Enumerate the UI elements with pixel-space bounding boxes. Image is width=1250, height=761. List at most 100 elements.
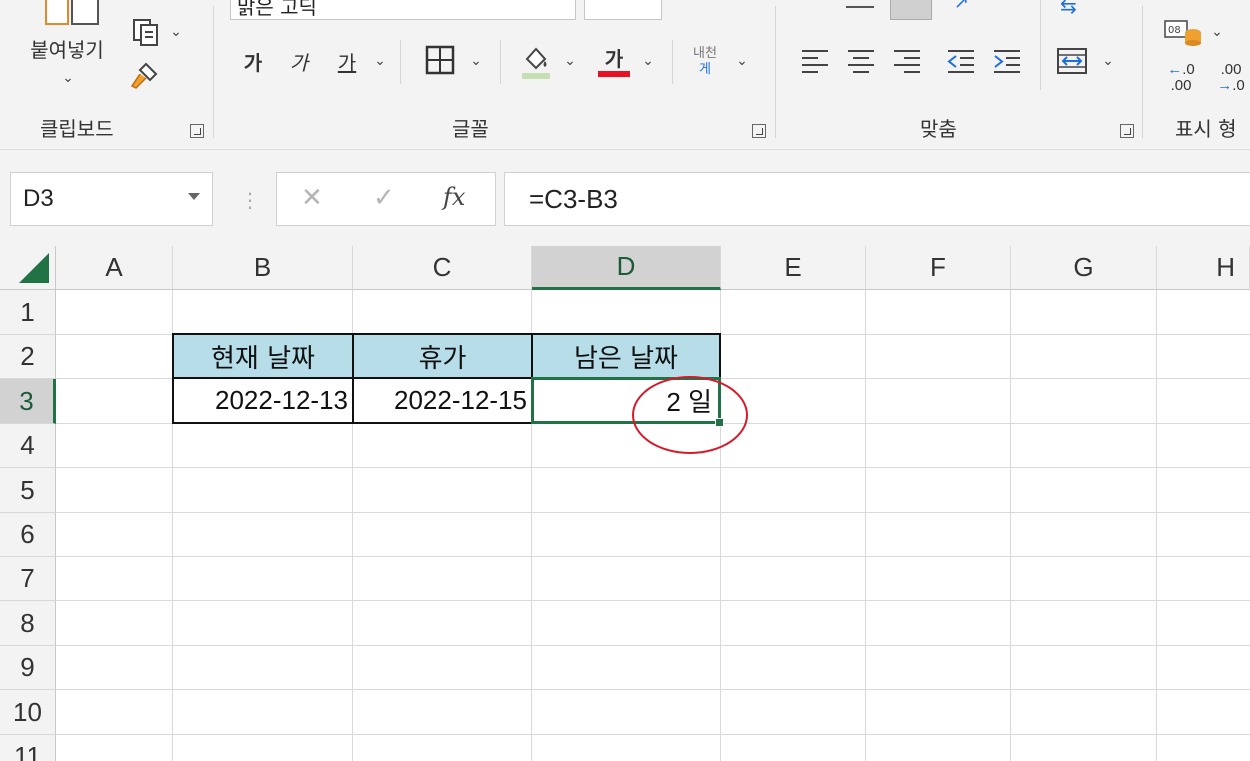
gridline [1010,290,1011,761]
cell-c3[interactable]: 2022-12-15 [352,377,533,424]
number-group: 08 ⌄ ←.0 .00 .00 →.0 표시 형 [1143,0,1250,149]
align-center-icon[interactable] [844,44,878,78]
row-header-1[interactable]: 1 [0,290,56,335]
merge-center-icon[interactable] [1054,44,1090,78]
column-header-f[interactable]: F [866,246,1011,290]
bold-button[interactable]: 가 [238,46,268,76]
paste-icon[interactable] [42,0,102,30]
column-header-b[interactable]: B [173,246,353,290]
phonetic-guide-button[interactable]: 내천 게 [686,42,724,82]
fill-handle[interactable] [715,418,724,427]
row-header-label: 5 [20,474,35,505]
italic-button[interactable]: 가 [284,46,314,76]
merge-dropdown-chevron-icon[interactable]: ⌄ [1098,46,1118,76]
name-box-dropdown-icon[interactable] [188,193,200,200]
row-header-label: 4 [20,430,35,460]
row-header-9[interactable]: 9 [0,646,56,690]
row-header-10[interactable]: 10 [0,690,56,735]
select-all-triangle-icon [19,253,49,283]
enter-icon[interactable]: ✓ [373,183,395,213]
clipboard-dialog-launcher-icon[interactable] [190,124,204,138]
gridline [56,689,1250,690]
copy-dropdown-chevron-icon[interactable]: ⌄ [166,18,186,46]
formula-bar-grip-icon[interactable]: ⋮ [240,188,260,212]
increase-indent-icon[interactable] [990,44,1024,78]
formula-text: =C3-B3 [529,183,618,214]
row-header-5[interactable]: 5 [0,468,56,513]
underline-button[interactable]: 가 [332,46,362,76]
insert-function-icon[interactable]: fx [443,183,465,211]
underline-glyph: 가 [337,50,357,75]
bold-glyph: 가 [243,50,263,75]
font-size-dropdown[interactable] [584,0,662,20]
cell-d2[interactable]: 남은 날짜 [531,333,721,379]
increase-decimal-icon[interactable]: ←.0 .00 [1161,58,1201,98]
decrease-decimal-icon[interactable]: .00 →.0 [1209,58,1250,98]
phonetic-bottom-text: 게 [699,62,711,77]
row-header-8[interactable]: 8 [0,601,56,646]
divider [400,40,401,84]
name-box[interactable]: D3 [10,172,213,226]
column-header-d[interactable]: D [532,246,721,290]
column-header-c[interactable]: C [353,246,532,290]
cell-c2[interactable]: 휴가 [352,333,533,379]
column-header-a[interactable]: A [56,246,173,290]
row-header-4[interactable]: 4 [0,424,56,468]
gridline [1156,290,1157,761]
row-header-11[interactable]: 11 [0,735,56,761]
gridline [56,645,1250,646]
cell-d3-active[interactable]: 2 일 [531,377,721,424]
row-header-7[interactable]: 7 [0,557,56,601]
middle-align-icon[interactable] [890,0,932,20]
column-header-e[interactable]: E [721,246,866,290]
decrease-indent-icon[interactable] [944,44,978,78]
phonetic-dropdown-chevron-icon[interactable]: ⌄ [732,46,752,76]
clipboard-group-label: 클립보드 [40,117,114,141]
row-header-label: 7 [20,563,35,593]
cancel-icon[interactable]: ✕ [301,183,323,213]
gridline [56,600,1250,601]
column-header-h[interactable]: H [1157,246,1250,290]
orientation-icon[interactable]: ↗ [954,0,972,12]
cell-b3[interactable]: 2022-12-13 [172,377,354,424]
ribbon: 붙여넣기 ⌄ ⌄ 클립보드 맑은 고딕 가 가 가 ⌄ ⌄ ⌄ 가 ⌄ 내천 게… [0,0,1250,150]
paste-button[interactable]: 붙여넣기 [16,30,118,66]
font-name-dropdown[interactable]: 맑은 고딕 [230,0,576,20]
font-dialog-launcher-icon[interactable] [752,124,766,138]
worksheet-grid[interactable]: A B C D E F G H 1 2 3 4 5 6 7 8 9 10 11 … [0,246,1250,761]
fill-color-dropdown-chevron-icon[interactable]: ⌄ [560,46,580,76]
row-header-3[interactable]: 3 [0,379,56,424]
decrease-decimal-bottom: →.0 [1217,77,1245,94]
number-format-dropdown-chevron-icon[interactable]: ⌄ [1207,18,1227,46]
column-header-g[interactable]: G [1011,246,1157,290]
clipboard-group: 붙여넣기 ⌄ ⌄ 클립보드 [0,0,213,149]
align-right-icon[interactable] [890,44,924,78]
row-header-2[interactable]: 2 [0,335,56,379]
number-format-icon[interactable]: 08 [1161,16,1205,48]
copy-icon[interactable] [128,14,164,50]
align-left-icon[interactable] [798,44,832,78]
row-header-label: 6 [20,519,35,549]
font-color-button[interactable]: 가 [596,42,632,82]
fill-color-icon[interactable] [518,42,554,82]
formula-bar: D3 ⋮ ✕ ✓ fx =C3-B3 [0,150,1250,246]
top-align-icon[interactable] [846,0,874,8]
alignment-dialog-launcher-icon[interactable] [1120,124,1134,138]
gridline [865,290,866,761]
wrap-text-icon[interactable]: ⇆ [1060,0,1090,18]
paste-dropdown-chevron-icon[interactable]: ⌄ [56,66,80,90]
alignment-group-label: 맞춤 [920,117,957,141]
select-all-button[interactable] [0,246,56,290]
borders-icon[interactable] [422,42,458,78]
borders-dropdown-chevron-icon[interactable]: ⌄ [466,46,486,76]
underline-dropdown-chevron-icon[interactable]: ⌄ [370,46,390,76]
font-color-dropdown-chevron-icon[interactable]: ⌄ [638,46,658,76]
row-header-6[interactable]: 6 [0,513,56,557]
column-header-label: H [1216,252,1235,282]
formula-input[interactable]: =C3-B3 [504,172,1250,226]
table-header-current-date: 현재 날짜 [211,343,315,374]
table-header-vacation: 휴가 [418,343,467,374]
number-group-label: 표시 형 [1175,117,1237,141]
cell-b2[interactable]: 현재 날짜 [172,333,354,379]
format-painter-icon[interactable] [126,58,162,94]
